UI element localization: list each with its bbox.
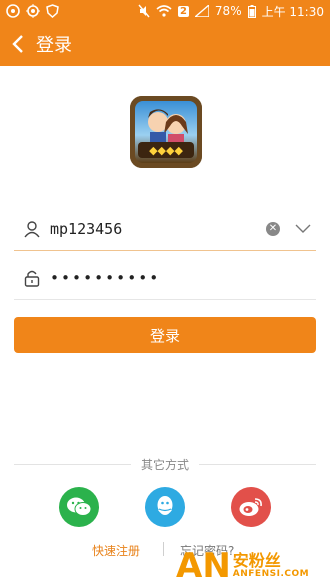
other-methods-divider: 其它方式 xyxy=(14,455,317,473)
username-input[interactable]: mp123456 xyxy=(50,220,266,238)
user-icon xyxy=(24,221,40,238)
divider-line-left xyxy=(14,463,131,465)
sim-badge: 2 xyxy=(177,5,189,17)
signal-icon xyxy=(194,5,209,17)
wechat-login-button[interactable] xyxy=(59,487,99,527)
account-dropdown-button[interactable] xyxy=(294,224,312,234)
wechat-icon xyxy=(67,497,92,516)
clear-username-button[interactable]: ✕ xyxy=(266,222,280,236)
svg-text:◆◆◆◆: ◆◆◆◆ xyxy=(149,144,183,157)
watermark-text: 安粉丝 ANFENSI.COM xyxy=(232,550,310,580)
weibo-icon xyxy=(239,498,262,516)
weibo-login-button[interactable] xyxy=(231,487,271,527)
lock-icon-wrap xyxy=(14,269,50,287)
site-watermark: AN 安粉丝 ANFENSI.COM xyxy=(176,546,326,586)
user-icon-wrap xyxy=(14,220,50,238)
mute-icon xyxy=(138,4,150,18)
battery-icon xyxy=(247,4,256,18)
watermark-en: ANFENSI.COM xyxy=(232,569,310,580)
battery-percent: 78% xyxy=(214,4,242,18)
watermark-an: AN xyxy=(176,546,231,586)
wifi-icon xyxy=(156,5,172,17)
status-bar: 2 78% 上午 11:30 xyxy=(0,0,330,22)
other-methods-label: 其它方式 xyxy=(141,457,190,472)
shield-icon xyxy=(46,4,59,18)
qq-login-button[interactable] xyxy=(145,487,185,527)
lock-icon xyxy=(24,270,40,287)
game-controller-icon xyxy=(6,4,20,18)
password-input[interactable]: •••••••••• xyxy=(50,269,316,287)
username-field[interactable]: mp123456 ✕ xyxy=(14,208,316,251)
quick-register-link[interactable]: 快速注册 xyxy=(92,542,140,559)
back-button[interactable] xyxy=(0,22,36,66)
page-title: 登录 xyxy=(36,35,72,56)
qq-icon xyxy=(157,496,173,515)
link-separator xyxy=(163,542,164,556)
game-logo: ◆◆◆◆ xyxy=(130,96,202,168)
clock: 上午 11:30 xyxy=(261,4,324,19)
game-logo-image: ◆◆◆◆ xyxy=(130,96,202,168)
divider-line-right xyxy=(199,463,317,465)
location-target-icon xyxy=(26,4,40,18)
app-bar: 登录 xyxy=(0,22,330,66)
chevron-down-icon xyxy=(295,224,311,233)
status-bar-right: 2 78% 上午 11:30 xyxy=(138,3,324,20)
watermark-cn: 安粉丝 xyxy=(232,550,281,570)
close-icon: ✕ xyxy=(268,223,278,234)
status-bar-left xyxy=(6,4,59,18)
password-field[interactable]: •••••••••• xyxy=(14,257,316,300)
login-button[interactable]: 登录 xyxy=(14,317,316,353)
back-arrow-icon xyxy=(12,35,23,53)
